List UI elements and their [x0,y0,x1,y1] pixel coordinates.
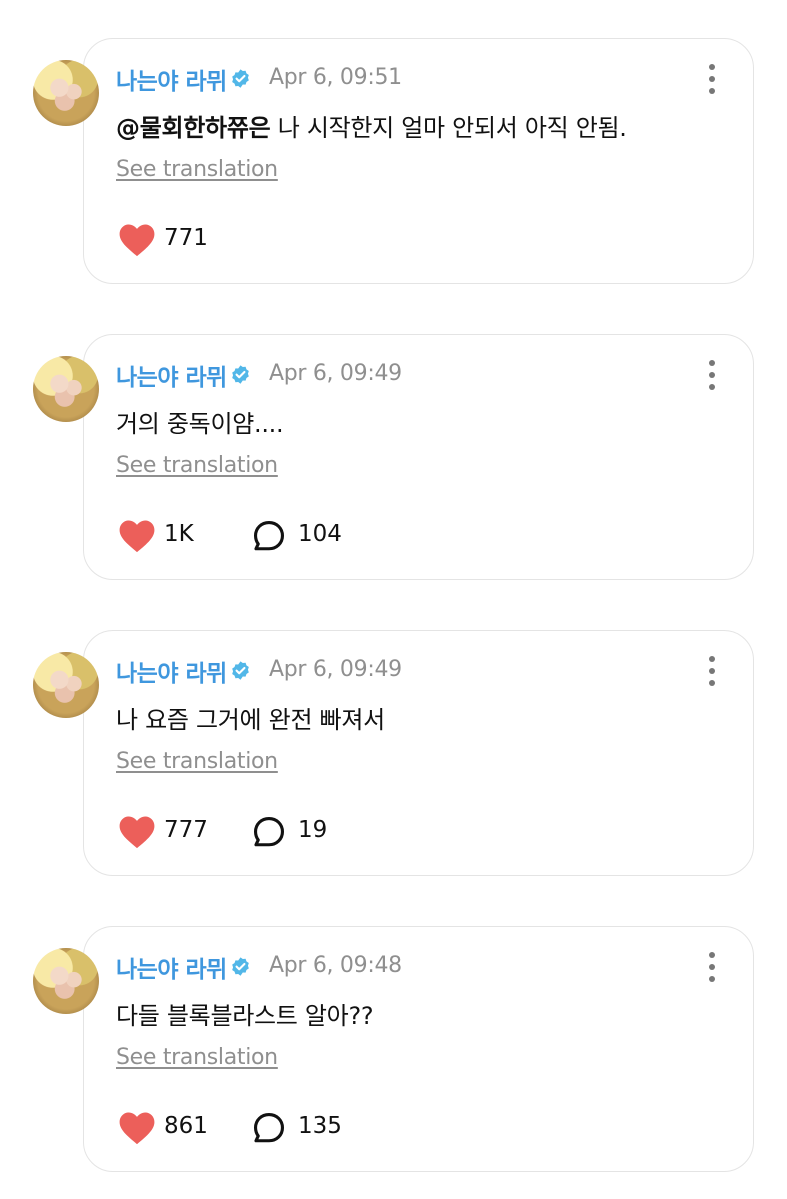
avatar[interactable] [33,60,99,126]
comment-text: 거의 중독이얌.... [116,404,284,439]
like-count: 1K [164,521,194,547]
avatar[interactable] [33,652,99,718]
comment-text: 다들 블록블라스트 알아?? [116,996,374,1031]
comment-item: 나는야 라뮈 Apr 6, 09:48 다들 블록블라스트 알아?? See t… [0,926,787,1172]
like-count: 861 [164,1113,208,1139]
avatar[interactable] [33,356,99,422]
comment-date: Apr 6, 09:49 [269,361,402,386]
like-count: 777 [164,817,208,843]
comment-date: Apr 6, 09:49 [269,657,402,682]
comment-text: 나 요즘 그거에 완전 빠져서 [116,700,385,735]
heart-icon[interactable] [118,814,156,850]
comment-count: 135 [298,1113,342,1139]
comment-item: 나는야 라뮈 Apr 6, 09:51 @물회한하쮸은 나 시작한지 얼마 안되… [0,38,787,284]
see-translation-link[interactable]: See translation [116,453,278,478]
comment-body: 다들 블록블라스트 알아?? [116,1002,374,1030]
see-translation-link[interactable]: See translation [116,749,278,774]
author-name[interactable]: 나는야 라뮈 [116,358,227,392]
comment-text: @물회한하쮸은 나 시작한지 얼마 안되서 아직 안됨. [116,108,627,143]
author-name[interactable]: 나는야 라뮈 [116,654,227,688]
comment-body: 나 시작한지 얼마 안되서 아직 안됨. [270,114,627,142]
see-translation-link[interactable]: See translation [116,1045,278,1070]
avatar[interactable] [33,948,99,1014]
like-count: 771 [164,225,208,251]
verified-badge-icon [232,69,249,88]
verified-badge-icon [232,957,249,976]
heart-icon[interactable] [118,518,156,554]
more-vertical-icon[interactable] [702,952,722,982]
comment-bubble-icon[interactable] [252,815,286,849]
comment-count: 104 [298,521,342,547]
heart-icon[interactable] [118,222,156,258]
more-vertical-icon[interactable] [702,360,722,390]
comment-date: Apr 6, 09:48 [269,953,402,978]
verified-badge-icon [232,365,249,384]
more-vertical-icon[interactable] [702,656,722,686]
author-name[interactable]: 나는야 라뮈 [116,950,227,984]
see-translation-link[interactable]: See translation [116,157,278,182]
more-vertical-icon[interactable] [702,64,722,94]
comment-count: 19 [298,817,328,843]
verified-badge-icon [232,661,249,680]
heart-icon[interactable] [118,1110,156,1146]
comment-date: Apr 6, 09:51 [269,65,402,90]
mention-link[interactable]: @물회한하쮸은 [116,114,271,142]
comment-bubble-icon[interactable] [252,1111,286,1145]
comment-body: 나 요즘 그거에 완전 빠져서 [116,706,385,734]
comment-item: 나는야 라뮈 Apr 6, 09:49 나 요즘 그거에 완전 빠져서 See … [0,630,787,876]
comment-item: 나는야 라뮈 Apr 6, 09:49 거의 중독이얌.... See tran… [0,334,787,580]
comment-body: 거의 중독이얌.... [116,410,284,438]
author-name[interactable]: 나는야 라뮈 [116,62,227,96]
comment-bubble-icon[interactable] [252,519,286,553]
